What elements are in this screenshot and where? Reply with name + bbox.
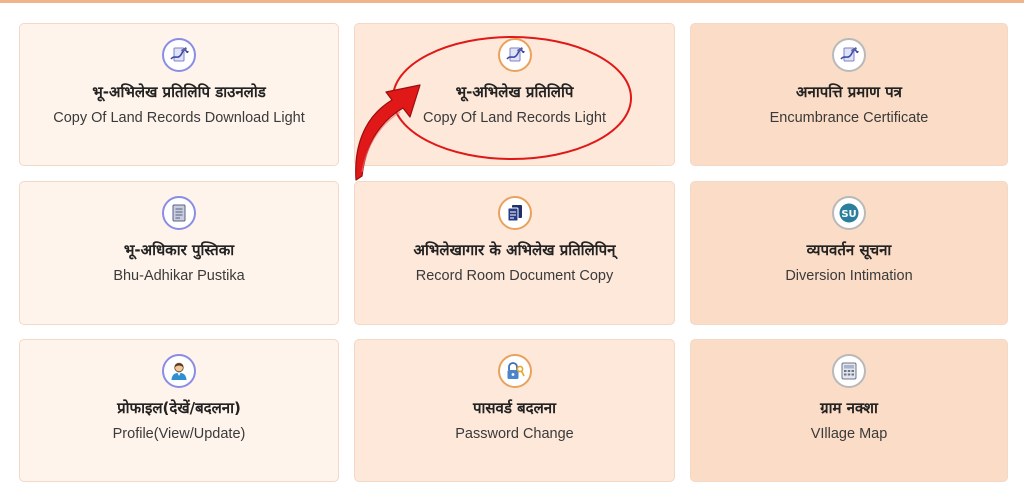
card-title-english: Password Change [455,426,574,442]
card-title-hindi: अनापत्ति प्रमाण पत्र [796,83,902,101]
card-diversion-intimation[interactable]: SU व्यपवर्तन सूचना Diversion Intimation [690,181,1008,325]
stumble-badge-icon: SU [832,196,866,230]
card-title-english: Encumbrance Certificate [769,110,929,126]
card-title-english: Profile(View/Update) [112,426,246,442]
card-title-english: Copy Of Land Records Download Light [53,110,305,126]
card-profile-view-update[interactable]: प्रोफाइल(देखें/बदलना) Profile(View/Updat… [19,339,339,482]
card-title-english: Record Room Document Copy [415,268,614,284]
card-copy-land-records[interactable]: भू-अभिलेख प्रतिलिपि Copy Of Land Records… [354,23,675,166]
card-copy-land-records-download[interactable]: भू-अभिलेख प्रतिलिपि डाउनलोड Copy Of Land… [19,23,339,166]
calculator-map-icon [832,354,866,388]
card-title-english: Copy Of Land Records Light [423,110,606,126]
booklet-icon [162,196,196,230]
card-title-english: Diversion Intimation [785,268,913,284]
copy-document-icon [497,196,532,230]
card-village-map[interactable]: ग्राम नक्शा VIllage Map [690,339,1008,482]
card-title-hindi: पासवर्ड बदलना [472,399,557,417]
card-password-change[interactable]: पासवर्ड बदलना Password Change [354,339,675,482]
lock-key-icon [497,354,532,388]
card-record-room-document-copy[interactable]: अभिलेखागार के अभिलेख प्रतिलिपिन् Record … [354,181,675,325]
card-title-english: VIllage Map [810,426,888,442]
card-title-hindi: ग्राम नक्शा [820,399,878,417]
svg-text:SU: SU [841,209,856,220]
card-title-hindi: भू-अभिलेख प्रतिलिपि डाउनलोड [92,83,266,101]
card-title-english: Bhu-Adhikar Pustika [113,268,245,284]
card-title-hindi: प्रोफाइल(देखें/बदलना) [117,399,241,417]
user-profile-icon [162,354,196,388]
card-title-hindi: भू-अभिलेख प्रतिलिपि [455,83,574,101]
card-encumbrance-certificate[interactable]: अनापत्ति प्रमाण पत्र Encumbrance Certifi… [690,23,1008,166]
card-title-hindi: अभिलेखागार के अभिलेख प्रतिलिपिन् [413,241,616,259]
document-sign-icon [832,38,866,72]
document-sign-icon [162,38,196,72]
card-title-hindi: व्यपवर्तन सूचना [806,241,892,259]
service-card-grid: भू-अभिलेख प्रतिलिपि डाउनलोड Copy Of Land… [0,0,1024,499]
document-sign-icon [497,38,532,72]
card-bhu-adhikar-pustika[interactable]: भू-अधिकार पुस्तिका Bhu-Adhikar Pustika [19,181,339,325]
card-title-hindi: भू-अधिकार पुस्तिका [123,241,235,259]
